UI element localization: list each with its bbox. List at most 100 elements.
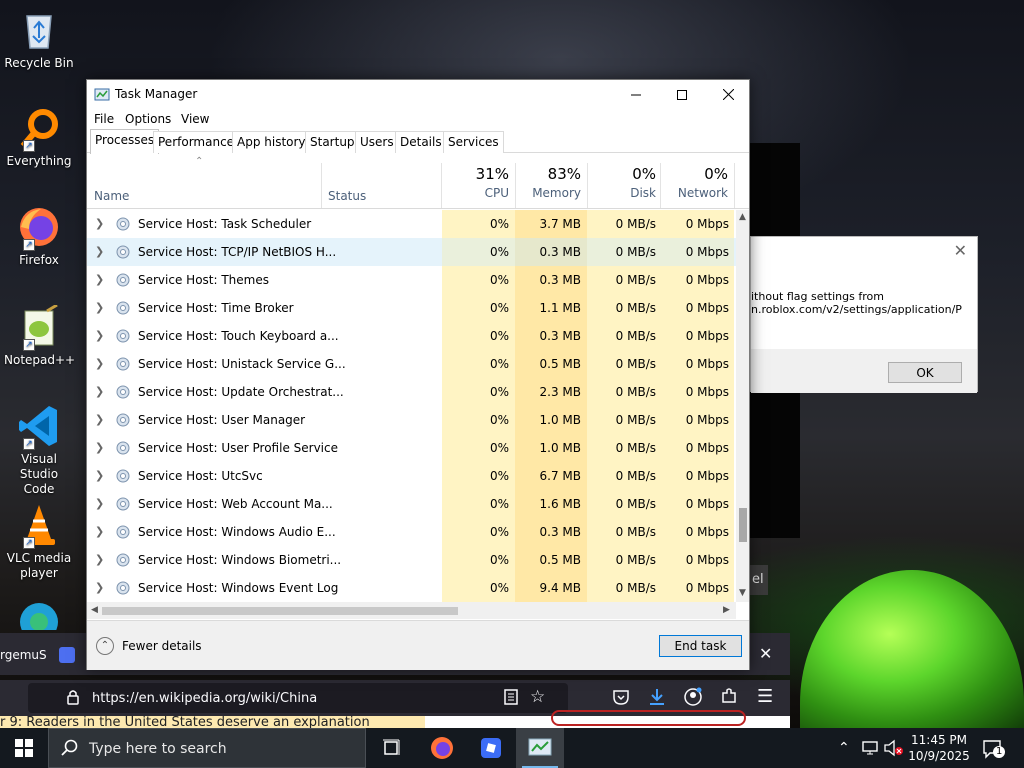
scroll-right-icon[interactable]: ▶	[723, 605, 730, 615]
tab-details[interactable]: Details	[395, 131, 447, 153]
volume-muted-icon[interactable]	[884, 739, 904, 760]
process-row[interactable]: ❯ Service Host: UtcSvc 0% 6.7 MB 0 MB/s 0 Mbp…	[87, 462, 737, 490]
expand-chevron-right-icon[interactable]: ❯	[95, 245, 104, 258]
taskbar-search-box[interactable]: Type here to search	[48, 728, 366, 768]
process-row[interactable]: ❯ Service Host: Time Broker 0% 1.1 MB 0 MB/s…	[87, 294, 737, 322]
close-button[interactable]	[705, 80, 751, 109]
scroll-down-icon[interactable]: ▼	[739, 588, 746, 598]
vertical-scroll-thumb[interactable]	[739, 508, 747, 542]
tab-services[interactable]: Services	[443, 131, 504, 153]
expand-chevron-right-icon[interactable]: ❯	[95, 441, 104, 454]
tab-processes[interactable]: Processes	[90, 129, 160, 154]
ok-button[interactable]: OK	[888, 362, 962, 383]
process-row[interactable]: ❯ Service Host: Web Account Ma... 0% 1.6 MB…	[87, 490, 737, 518]
process-memory: 3.7 MB	[515, 210, 587, 238]
process-row[interactable]: ❯ Service Host: Windows Biometri... 0% 0.5 …	[87, 546, 737, 574]
column-status[interactable]: Status	[328, 189, 366, 203]
tab-performance[interactable]: Performance	[153, 131, 240, 153]
minimize-button[interactable]	[613, 80, 659, 109]
bookmark-star-icon[interactable]: ☆	[530, 687, 545, 707]
donate-button-outline[interactable]	[551, 710, 746, 726]
process-row[interactable]: ❯ Service Host: TCP/IP NetBIOS H... 0% 0.3 …	[87, 238, 737, 266]
horizontal-scroll-thumb[interactable]	[102, 607, 458, 615]
service-gear-icon	[115, 328, 131, 344]
fewer-details-toggle[interactable]: ⌃ Fewer details	[96, 637, 202, 655]
desktop-icon-edge[interactable]	[4, 600, 74, 630]
tab-startup[interactable]: Startup	[305, 131, 360, 153]
task-view-button[interactable]	[368, 728, 416, 768]
column-name[interactable]: Name	[94, 189, 129, 203]
menu-options[interactable]: Options	[125, 112, 171, 126]
process-row[interactable]: ❯ Service Host: Windows Event Log 0% 9.4 MB…	[87, 574, 737, 602]
expand-chevron-right-icon[interactable]: ❯	[95, 385, 104, 398]
expand-chevron-right-icon[interactable]: ❯	[95, 357, 104, 370]
service-gear-icon	[115, 216, 131, 232]
expand-chevron-right-icon[interactable]: ❯	[95, 497, 104, 510]
scroll-left-icon[interactable]: ◀	[91, 605, 98, 615]
column-divider[interactable]	[321, 163, 322, 208]
desktop-icon-firefox[interactable]: ↗ Firefox	[4, 205, 74, 268]
menu-hamburger-icon[interactable]: ☰	[757, 686, 773, 707]
background-button-fragment[interactable]: el	[750, 565, 768, 595]
expand-chevron-right-icon[interactable]: ❯	[95, 301, 104, 314]
expand-chevron-right-icon[interactable]: ❯	[95, 217, 104, 230]
scroll-up-icon[interactable]: ▲	[739, 212, 746, 222]
extensions-icon[interactable]	[720, 687, 738, 708]
expand-chevron-right-icon[interactable]: ❯	[95, 329, 104, 342]
column-cpu[interactable]: 31% CPU	[442, 165, 509, 200]
title-bar[interactable]: Task Manager	[87, 80, 749, 109]
column-network[interactable]: 0% Network	[660, 165, 728, 200]
service-gear-icon	[115, 580, 131, 596]
column-memory[interactable]: 83% Memory	[515, 165, 581, 200]
network-icon[interactable]	[862, 740, 880, 759]
process-row[interactable]: ❯ Service Host: Themes 0% 0.3 MB 0 MB/s 0 Mbp…	[87, 266, 737, 294]
taskbar-firefox[interactable]	[418, 728, 466, 768]
end-task-button[interactable]: End task	[659, 635, 742, 657]
desktop-icon-recycle-bin[interactable]: Recycle Bin	[4, 8, 74, 71]
desktop-icon-notepadpp[interactable]: ↗ Notepad++	[4, 303, 75, 368]
tab-app-history[interactable]: App history	[232, 131, 311, 153]
notification-center-icon[interactable]: 1	[982, 739, 1006, 762]
expand-chevron-right-icon[interactable]: ❯	[95, 413, 104, 426]
horizontal-scrollbar[interactable]: ◀ ▶	[87, 602, 736, 619]
account-icon[interactable]	[683, 687, 703, 710]
menu-view[interactable]: View	[181, 112, 209, 126]
browser-tab-label[interactable]: rgemuS	[0, 648, 47, 662]
reader-view-icon[interactable]	[504, 689, 518, 708]
taskbar-roblox[interactable]	[467, 728, 515, 768]
process-row[interactable]: ❯ Service Host: Touch Keyboard a... 0% 0.3 …	[87, 322, 737, 350]
system-clock[interactable]: 11:45 PM 10/9/2025	[908, 732, 970, 764]
menu-file[interactable]: File	[94, 112, 114, 126]
download-icon[interactable]	[648, 687, 666, 710]
close-icon[interactable]: ✕	[954, 241, 967, 260]
service-gear-icon	[115, 468, 131, 484]
column-disk[interactable]: 0% Disk	[587, 165, 656, 200]
process-row[interactable]: ❯ Service Host: Task Scheduler 0% 3.7 MB 0 M…	[87, 210, 737, 238]
process-row[interactable]: ❯ Service Host: User Manager 0% 1.0 MB 0 MB/…	[87, 406, 737, 434]
expand-chevron-right-icon[interactable]: ❯	[95, 469, 104, 482]
taskbar-task-manager[interactable]	[516, 728, 564, 768]
process-row[interactable]: ❯ Service Host: Unistack Service G... 0% 0.…	[87, 350, 737, 378]
maximize-button[interactable]	[659, 80, 705, 109]
process-cpu: 0%	[442, 490, 515, 518]
expand-chevron-right-icon[interactable]: ❯	[95, 581, 104, 594]
expand-chevron-right-icon[interactable]: ❯	[95, 273, 104, 286]
process-row[interactable]: ❯ Service Host: User Profile Service 0% 1.0…	[87, 434, 737, 462]
process-disk: 0 MB/s	[587, 462, 660, 490]
close-icon[interactable]: ✕	[759, 644, 772, 663]
lock-icon[interactable]	[66, 689, 80, 708]
column-divider[interactable]	[734, 163, 735, 208]
pocket-icon[interactable]	[612, 688, 630, 709]
desktop-icon-vlc[interactable]: ↗ VLC media player	[4, 503, 74, 581]
process-row[interactable]: ❯ Service Host: Update Orchestrat... 0% 2.3…	[87, 378, 737, 406]
process-row[interactable]: ❯ Service Host: Windows Audio E... 0% 0.3 M…	[87, 518, 737, 546]
expand-chevron-right-icon[interactable]: ❯	[95, 553, 104, 566]
address-bar[interactable]: https://en.wikipedia.org/wiki/China ☆	[28, 683, 568, 713]
expand-chevron-right-icon[interactable]: ❯	[95, 525, 104, 538]
desktop-icon-vscode[interactable]: ↗ Visual Studio Code	[4, 404, 74, 497]
desktop-icon-everything[interactable]: ↗ Everything	[4, 106, 74, 169]
show-hidden-icons-chevron-icon[interactable]: ⌃	[838, 740, 850, 756]
vertical-scrollbar[interactable]: ▲ ▼	[736, 210, 749, 602]
start-button[interactable]	[0, 728, 48, 768]
tab-users[interactable]: Users	[355, 131, 399, 153]
